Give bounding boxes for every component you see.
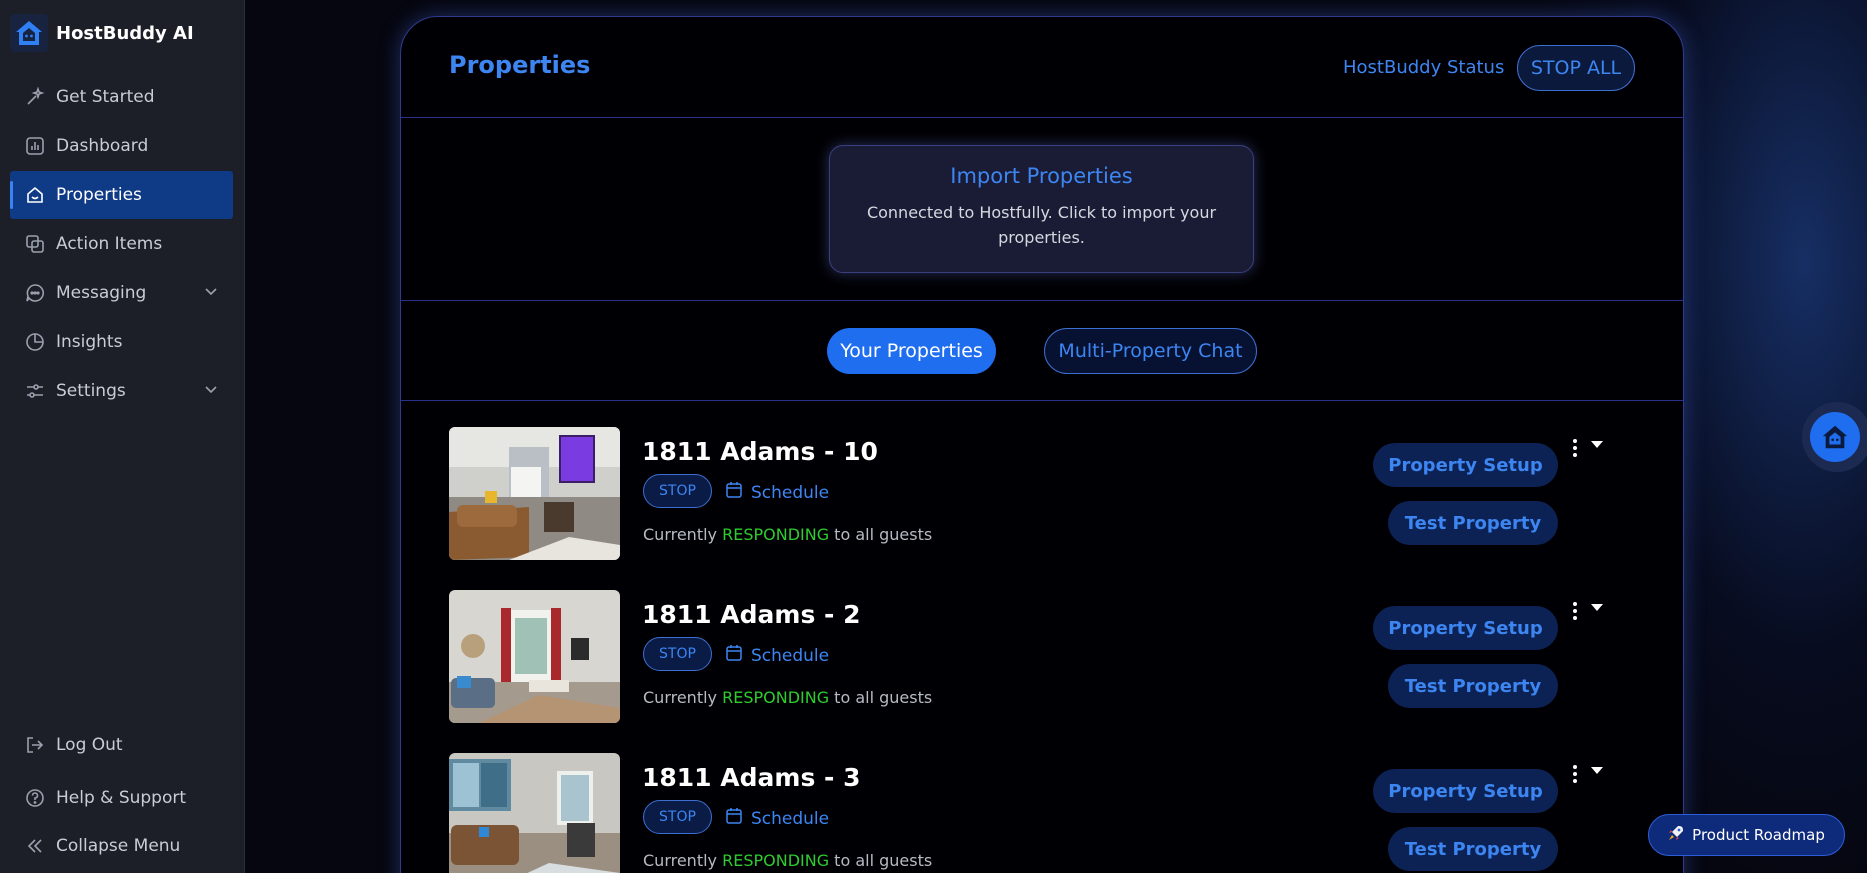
property-stop-button[interactable]: STOP xyxy=(643,800,712,834)
sidebar-item-label: Collapse Menu xyxy=(56,836,181,856)
tabs-section: Your Properties Multi-Property Chat xyxy=(401,301,1683,401)
help-icon xyxy=(24,787,46,809)
copy-icon xyxy=(24,233,46,255)
property-photo[interactable] xyxy=(449,590,620,723)
schedule-button[interactable]: Schedule xyxy=(725,481,829,504)
status-word: RESPONDING xyxy=(722,851,830,870)
property-setup-button[interactable]: Property Setup xyxy=(1373,606,1558,650)
schedule-label: Schedule xyxy=(751,645,830,666)
sidebar-item-label: Messaging xyxy=(56,283,147,303)
more-options-icon[interactable] xyxy=(1569,600,1581,622)
responding-status: Currently RESPONDING to all guests xyxy=(643,688,932,707)
property-photo[interactable] xyxy=(449,427,620,560)
property-stop-button[interactable]: STOP xyxy=(643,474,712,508)
tab-multi-property-chat[interactable]: Multi-Property Chat xyxy=(1044,328,1257,374)
property-row: 1811 Adams - 3 STOP Schedule Currently R… xyxy=(401,753,1683,873)
roadmap-label: Product Roadmap xyxy=(1692,826,1825,844)
sidebar: HostBuddy AI Get Started Dashboard Prope… xyxy=(0,0,245,873)
more-options-icon[interactable] xyxy=(1569,437,1581,459)
property-stop-button[interactable]: STOP xyxy=(643,637,712,671)
collapse-menu-button[interactable]: Collapse Menu xyxy=(10,822,233,870)
sliders-icon xyxy=(24,380,46,402)
import-title: Import Properties xyxy=(950,164,1133,188)
schedule-button[interactable]: Schedule xyxy=(725,644,829,667)
test-property-button[interactable]: Test Property xyxy=(1388,827,1558,871)
schedule-label: Schedule xyxy=(751,808,830,829)
caret-down-icon[interactable] xyxy=(1591,604,1603,611)
collapse-icon xyxy=(24,835,46,857)
property-photo[interactable] xyxy=(449,753,620,873)
caret-down-icon[interactable] xyxy=(1591,441,1603,448)
help-support-button[interactable]: Help & Support xyxy=(10,774,233,822)
tab-your-properties[interactable]: Your Properties xyxy=(827,328,996,374)
sidebar-item-label: Dashboard xyxy=(56,136,149,156)
status-prefix: Currently xyxy=(643,525,723,544)
logout-button[interactable]: Log Out xyxy=(10,721,233,769)
more-options-icon[interactable] xyxy=(1569,763,1581,785)
chat-icon xyxy=(24,282,46,304)
panel-header: Properties HostBuddy Status STOP ALL xyxy=(401,17,1683,118)
responding-status: Currently RESPONDING to all guests xyxy=(643,851,932,870)
product-roadmap-button[interactable]: Product Roadmap xyxy=(1648,814,1845,856)
calendar-icon xyxy=(725,481,743,504)
status-suffix: to all guests xyxy=(829,525,933,544)
chevron-down-icon xyxy=(203,283,219,304)
hostbuddy-logo-icon xyxy=(10,14,48,52)
brand[interactable]: HostBuddy AI xyxy=(10,14,194,52)
sidebar-item-label: Action Items xyxy=(56,234,163,254)
sidebar-item-label: Insights xyxy=(56,332,123,352)
page-title: Properties xyxy=(449,51,591,79)
calendar-icon xyxy=(725,807,743,830)
sidebar-item-settings[interactable]: Settings xyxy=(10,367,233,415)
brand-name: HostBuddy AI xyxy=(56,22,194,44)
sidebar-item-label: Settings xyxy=(56,381,126,401)
caret-down-icon[interactable] xyxy=(1591,767,1603,774)
schedule-label: Schedule xyxy=(751,482,830,503)
sidebar-item-dashboard[interactable]: Dashboard xyxy=(10,122,233,170)
sidebar-item-label: Get Started xyxy=(56,87,155,107)
sidebar-item-insights[interactable]: Insights xyxy=(10,318,233,366)
property-setup-button[interactable]: Property Setup xyxy=(1373,769,1558,813)
sidebar-item-action-items[interactable]: Action Items xyxy=(10,220,233,268)
property-row: 1811 Adams - 10 STOP Schedule Currently … xyxy=(401,427,1683,577)
property-name[interactable]: 1811 Adams - 3 xyxy=(642,763,861,792)
pie-icon xyxy=(24,331,46,353)
status-suffix: to all guests xyxy=(829,688,933,707)
test-property-button[interactable]: Test Property xyxy=(1388,501,1558,545)
chart-icon xyxy=(24,135,46,157)
import-description: Connected to Hostfully. Click to import … xyxy=(866,203,1217,247)
sidebar-item-messaging[interactable]: Messaging xyxy=(10,269,233,317)
import-properties-card[interactable]: Import Properties Connected to Hostfully… xyxy=(829,145,1254,273)
rocket-icon xyxy=(1668,825,1684,845)
sidebar-item-properties[interactable]: Properties xyxy=(10,171,233,219)
hostbuddy-status-label: HostBuddy Status xyxy=(1343,57,1505,78)
sidebar-item-get-started[interactable]: Get Started xyxy=(10,73,233,121)
schedule-button[interactable]: Schedule xyxy=(725,807,829,830)
chevron-down-icon xyxy=(203,381,219,402)
home-icon xyxy=(24,184,46,206)
property-name[interactable]: 1811 Adams - 10 xyxy=(642,437,878,466)
responding-status: Currently RESPONDING to all guests xyxy=(643,525,932,544)
properties-panel: Properties HostBuddy Status STOP ALL Imp… xyxy=(400,16,1684,873)
property-row: 1811 Adams - 2 STOP Schedule Currently R… xyxy=(401,590,1683,740)
property-name[interactable]: 1811 Adams - 2 xyxy=(642,600,861,629)
sidebar-item-label: Help & Support xyxy=(56,788,187,808)
calendar-icon xyxy=(725,644,743,667)
stop-all-button[interactable]: STOP ALL xyxy=(1517,45,1635,91)
sidebar-item-label: Properties xyxy=(56,185,142,205)
logout-icon xyxy=(24,734,46,756)
status-suffix: to all guests xyxy=(829,851,933,870)
home-widget-icon xyxy=(1810,412,1860,462)
property-setup-button[interactable]: Property Setup xyxy=(1373,443,1558,487)
sidebar-item-label: Log Out xyxy=(56,735,123,755)
status-word: RESPONDING xyxy=(722,525,830,544)
sparkle-icon xyxy=(24,86,46,108)
status-word: RESPONDING xyxy=(722,688,830,707)
status-prefix: Currently xyxy=(643,688,723,707)
status-prefix: Currently xyxy=(643,851,723,870)
hostbuddy-chat-widget[interactable] xyxy=(1802,402,1867,472)
import-section: Import Properties Connected to Hostfully… xyxy=(401,118,1683,301)
test-property-button[interactable]: Test Property xyxy=(1388,664,1558,708)
